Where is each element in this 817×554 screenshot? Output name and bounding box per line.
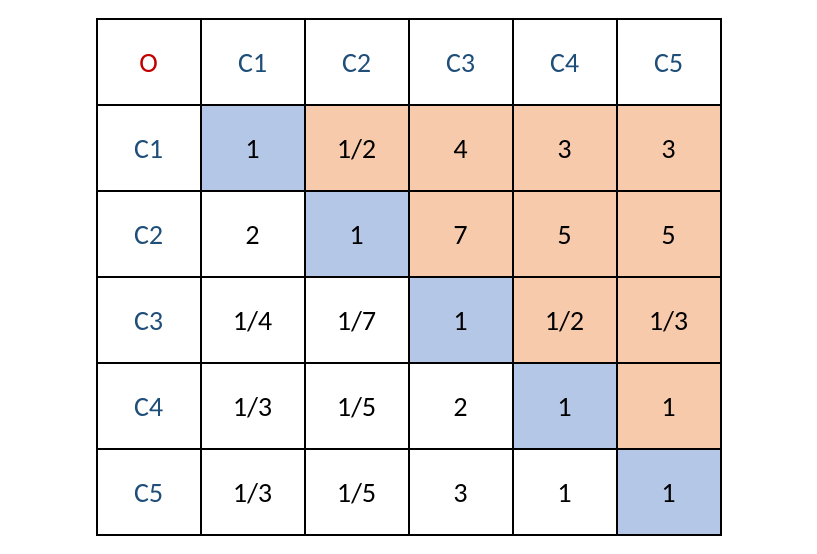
row-header-c2: C2 <box>97 191 201 277</box>
cell-2-1: 2 <box>201 191 305 277</box>
cell-4-4: 1 <box>513 363 617 449</box>
table-row: C3 1/4 1/7 1 1/2 1/3 <box>97 277 721 363</box>
table-row: C2 2 1 7 5 5 <box>97 191 721 277</box>
cell-2-3: 7 <box>409 191 513 277</box>
cell-5-2: 1/5 <box>305 449 409 535</box>
cell-3-2: 1/7 <box>305 277 409 363</box>
cell-1-2: 1/2 <box>305 105 409 191</box>
col-header-c5: C5 <box>617 19 721 105</box>
cell-3-1: 1/4 <box>201 277 305 363</box>
cell-2-4: 5 <box>513 191 617 277</box>
cell-2-2: 1 <box>305 191 409 277</box>
col-header-c4: C4 <box>513 19 617 105</box>
cell-3-3: 1 <box>409 277 513 363</box>
corner-label: O <box>97 19 201 105</box>
cell-1-3: 4 <box>409 105 513 191</box>
col-header-c1: C1 <box>201 19 305 105</box>
cell-1-5: 3 <box>617 105 721 191</box>
row-header-c4: C4 <box>97 363 201 449</box>
cell-2-5: 5 <box>617 191 721 277</box>
cell-5-1: 1/3 <box>201 449 305 535</box>
cell-5-3: 3 <box>409 449 513 535</box>
cell-5-4: 1 <box>513 449 617 535</box>
table-row: C5 1/3 1/5 3 1 1 <box>97 449 721 535</box>
pairwise-comparison-matrix: O C1 C2 C3 C4 C5 C1 1 1/2 4 3 3 C2 2 1 7… <box>96 18 722 536</box>
cell-1-1: 1 <box>201 105 305 191</box>
cell-4-3: 2 <box>409 363 513 449</box>
cell-3-4: 1/2 <box>513 277 617 363</box>
row-header-c1: C1 <box>97 105 201 191</box>
table-row: C1 1 1/2 4 3 3 <box>97 105 721 191</box>
cell-4-2: 1/5 <box>305 363 409 449</box>
col-header-c2: C2 <box>305 19 409 105</box>
cell-4-5: 1 <box>617 363 721 449</box>
cell-3-5: 1/3 <box>617 277 721 363</box>
cell-5-5: 1 <box>617 449 721 535</box>
cell-1-4: 3 <box>513 105 617 191</box>
col-header-c3: C3 <box>409 19 513 105</box>
row-header-c5: C5 <box>97 449 201 535</box>
cell-4-1: 1/3 <box>201 363 305 449</box>
table-row: C4 1/3 1/5 2 1 1 <box>97 363 721 449</box>
header-row: O C1 C2 C3 C4 C5 <box>97 19 721 105</box>
row-header-c3: C3 <box>97 277 201 363</box>
